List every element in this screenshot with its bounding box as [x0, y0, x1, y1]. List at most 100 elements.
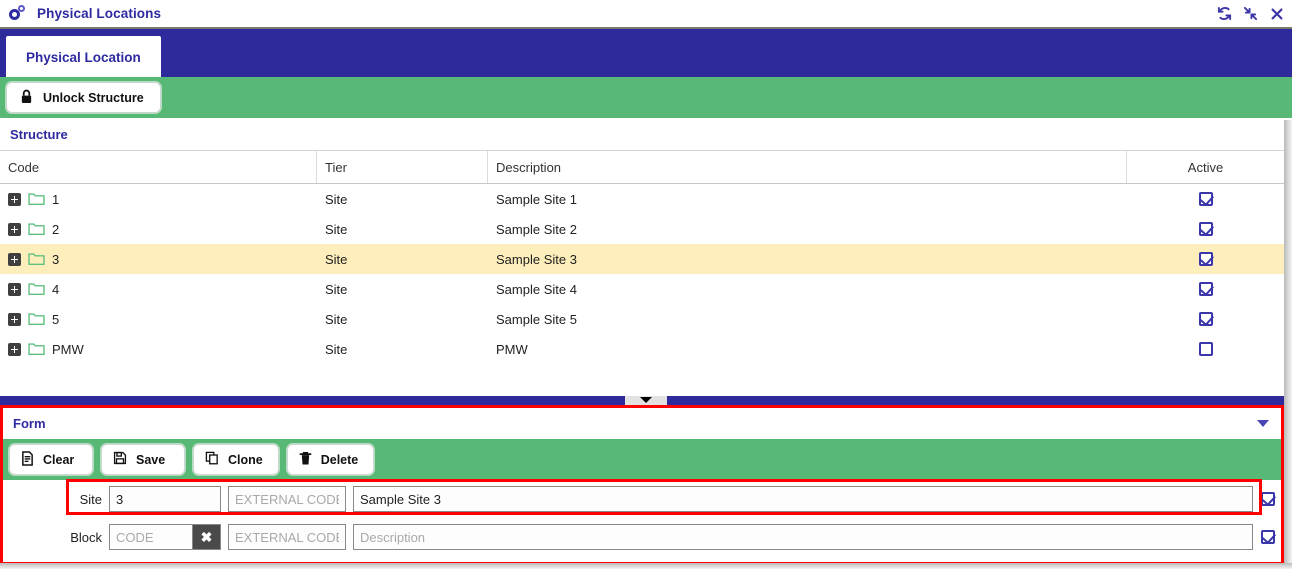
clear-button[interactable]: Clear: [9, 444, 93, 475]
external-code-input[interactable]: [228, 524, 346, 550]
table-row[interactable]: 2 Site Sample Site 2: [0, 214, 1284, 244]
cell-tier: Site: [325, 311, 348, 327]
expand-icon[interactable]: [8, 222, 21, 236]
expand-icon[interactable]: [8, 192, 21, 206]
folder-icon: [28, 192, 45, 206]
clone-button[interactable]: Clone: [193, 444, 279, 475]
delete-button-label: Delete: [320, 452, 359, 467]
cell-tier: Site: [325, 251, 348, 267]
cell-active: [1127, 274, 1284, 304]
document-icon: [21, 450, 34, 469]
tab-label: Physical Location: [26, 50, 141, 65]
form-row-label: Site: [79, 491, 102, 507]
code-value: 2: [52, 221, 60, 237]
cell-tier: Site: [325, 341, 348, 357]
structure-toolbar: Unlock Structure: [0, 77, 1292, 118]
structure-panel-header: Structure: [0, 118, 1292, 150]
copy-icon: [205, 451, 219, 468]
window-actions: [1217, 6, 1284, 21]
cell-active: [1127, 244, 1284, 274]
chevron-down-icon: [640, 397, 652, 403]
code-input[interactable]: [109, 524, 193, 550]
cell-code: PMW: [0, 334, 317, 364]
form-rows: Site Block ✖: [3, 479, 1281, 562]
structure-panel-title: Structure: [10, 126, 68, 142]
close-icon[interactable]: [1269, 6, 1284, 21]
folder-icon: [28, 222, 45, 236]
window-title: Physical Locations: [37, 6, 162, 21]
window-title-bar: Physical Locations: [0, 0, 1292, 27]
cell-code: 2: [0, 214, 317, 244]
description-input[interactable]: [353, 486, 1253, 512]
column-header-description[interactable]: Description: [488, 151, 1127, 183]
panel-splitter[interactable]: [0, 396, 1284, 405]
cell-description: Sample Site 3: [496, 251, 577, 267]
description-input[interactable]: [353, 524, 1253, 550]
cell-code: 5: [0, 304, 317, 334]
cell-tier: Site: [325, 191, 348, 207]
cell-code: 1: [0, 184, 317, 214]
column-header-code[interactable]: Code: [0, 151, 317, 183]
cell-code: 3: [0, 244, 317, 274]
active-checkbox[interactable]: [1198, 312, 1213, 326]
tab-strip: Physical Location: [0, 27, 1292, 79]
delete-button[interactable]: Delete: [286, 444, 375, 475]
form-active-checkbox[interactable]: [1261, 530, 1275, 544]
column-header-active[interactable]: Active: [1127, 151, 1284, 183]
restore-icon[interactable]: [1243, 6, 1258, 21]
tab-physical-location[interactable]: Physical Location: [6, 36, 161, 79]
code-field-group: ✖: [109, 524, 221, 550]
grid-header-row: Code Tier Description Active: [0, 151, 1284, 184]
expand-icon[interactable]: [8, 282, 21, 296]
splitter-handle[interactable]: [625, 396, 667, 405]
code-input[interactable]: [109, 486, 221, 512]
trash-icon: [299, 451, 312, 469]
chevron-down-icon[interactable]: [1257, 420, 1269, 427]
table-row[interactable]: 5 Site Sample Site 5: [0, 304, 1284, 334]
table-row[interactable]: 3 Site Sample Site 3: [0, 244, 1284, 274]
table-row[interactable]: PMW Site PMW: [0, 334, 1284, 364]
save-button-label: Save: [136, 452, 166, 467]
table-row[interactable]: 1 Site Sample Site 1: [0, 184, 1284, 214]
folder-icon: [28, 342, 45, 356]
active-checkbox[interactable]: [1198, 222, 1213, 236]
gears-icon: [9, 4, 29, 23]
active-checkbox[interactable]: [1198, 252, 1213, 266]
grid-body: 1 Site Sample Site 1 2 Site Sample Site 2 3 Sit…: [0, 184, 1284, 364]
cell-active: [1127, 334, 1284, 364]
form-active-checkbox[interactable]: [1261, 492, 1275, 506]
cell-tier: Site: [325, 281, 348, 297]
right-edge-gap: [1284, 118, 1292, 120]
form-panel-header: Form: [3, 408, 1281, 439]
expand-icon[interactable]: [8, 312, 21, 326]
clear-button-label: Clear: [43, 452, 75, 467]
lock-icon: [20, 89, 33, 107]
active-checkbox[interactable]: [1198, 342, 1213, 356]
form-toolbar: Clear Save Clone Delete: [3, 439, 1281, 480]
column-header-tier[interactable]: Tier: [317, 151, 488, 183]
active-checkbox[interactable]: [1198, 282, 1213, 296]
cell-active: [1127, 304, 1284, 334]
active-checkbox[interactable]: [1198, 192, 1213, 206]
unlock-structure-label: Unlock Structure: [43, 90, 144, 105]
expand-icon[interactable]: [8, 252, 21, 266]
cell-active: [1127, 184, 1284, 214]
cell-code: 4: [0, 274, 317, 304]
code-value: 5: [52, 311, 60, 327]
structure-grid: Code Tier Description Active 1 Site Sample…: [0, 150, 1284, 385]
folder-icon: [28, 312, 45, 326]
code-value: 1: [52, 191, 60, 207]
code-field-group: [109, 486, 221, 512]
cell-tier: Site: [325, 221, 348, 237]
expand-icon[interactable]: [8, 342, 21, 356]
clear-code-icon[interactable]: ✖: [193, 524, 221, 550]
refresh-icon[interactable]: [1217, 6, 1232, 21]
right-edge-shadow: [1284, 118, 1292, 569]
code-value: PMW: [52, 341, 84, 357]
save-button[interactable]: Save: [101, 444, 185, 475]
code-value: 3: [52, 251, 60, 267]
external-code-input[interactable]: [228, 486, 346, 512]
table-row[interactable]: 4 Site Sample Site 4: [0, 274, 1284, 304]
unlock-structure-button[interactable]: Unlock Structure: [6, 82, 161, 113]
folder-icon: [28, 252, 45, 266]
